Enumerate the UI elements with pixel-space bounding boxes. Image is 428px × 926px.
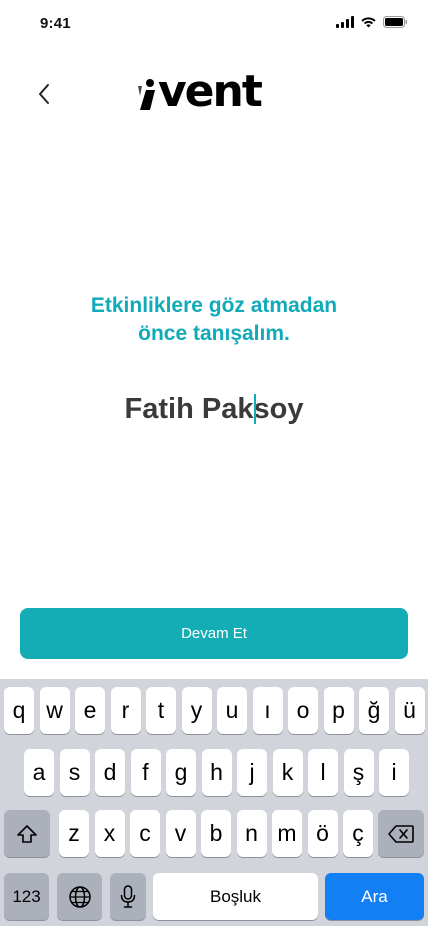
continue-button[interactable]: Devam Et <box>20 608 408 659</box>
key-c[interactable]: c <box>130 810 160 857</box>
key-ü[interactable]: ü <box>394 687 425 734</box>
battery-icon <box>383 16 408 28</box>
logo-mark-icon <box>138 79 155 110</box>
globe-key[interactable] <box>57 873 102 920</box>
back-button[interactable] <box>28 78 60 110</box>
key-l[interactable]: l <box>308 749 338 796</box>
key-b[interactable]: b <box>201 810 231 857</box>
key-o[interactable]: o <box>288 687 318 734</box>
key-x[interactable]: x <box>94 810 125 857</box>
numbers-key[interactable]: 123 <box>4 873 49 920</box>
backspace-key[interactable] <box>378 810 424 857</box>
key-ı[interactable]: ı <box>252 687 283 734</box>
backspace-icon <box>388 824 414 843</box>
prompt-line-1: Etkinliklere göz atmadan <box>90 294 338 317</box>
microphone-icon <box>120 884 136 908</box>
key-p[interactable]: p <box>323 687 354 734</box>
name-input[interactable] <box>40 386 388 432</box>
key-w[interactable]: w <box>39 687 70 734</box>
keyboard: qwertyuıopğü asdfghjklşi zxcvbnmöç 123 B… <box>0 679 428 926</box>
key-z[interactable]: z <box>59 810 89 857</box>
key-a[interactable]: a <box>24 749 54 796</box>
cellular-signal-icon <box>336 16 354 28</box>
key-ö[interactable]: ö <box>307 810 338 857</box>
shift-key[interactable] <box>4 810 50 857</box>
microphone-key[interactable] <box>110 873 146 920</box>
key-s[interactable]: s <box>59 749 90 796</box>
intro-prompt: Etkinliklere göz atmadan önce tanışalım. <box>0 292 428 348</box>
key-q[interactable]: q <box>4 687 34 734</box>
prompt-line-2: önce tanışalım. <box>138 322 290 345</box>
key-i[interactable]: i <box>379 749 409 796</box>
ivent-logo: vent <box>138 64 263 120</box>
header: vent <box>0 60 428 120</box>
key-k[interactable]: k <box>272 749 303 796</box>
shift-icon <box>17 824 37 843</box>
status-icons <box>336 16 408 28</box>
wifi-icon <box>360 16 377 28</box>
key-n[interactable]: n <box>236 810 267 857</box>
key-y[interactable]: y <box>181 687 212 734</box>
globe-icon <box>68 885 91 908</box>
key-d[interactable]: d <box>95 749 125 796</box>
chevron-left-icon <box>39 84 49 104</box>
key-f[interactable]: f <box>130 749 161 796</box>
key-r[interactable]: r <box>110 687 141 734</box>
key-v[interactable]: v <box>165 810 196 857</box>
key-ç[interactable]: ç <box>343 810 373 857</box>
key-ş[interactable]: ş <box>343 749 374 796</box>
text-caret <box>254 394 256 424</box>
key-ğ[interactable]: ğ <box>359 687 389 734</box>
search-key[interactable]: Ara <box>325 873 424 920</box>
space-key[interactable]: Boşluk <box>153 873 318 920</box>
status-bar: 9:41 <box>0 0 428 50</box>
key-t[interactable]: t <box>146 687 176 734</box>
key-e[interactable]: e <box>75 687 105 734</box>
key-j[interactable]: j <box>237 749 267 796</box>
status-time: 9:41 <box>40 15 71 32</box>
key-m[interactable]: m <box>272 810 302 857</box>
logo-text: vent <box>158 66 263 117</box>
key-g[interactable]: g <box>166 749 196 796</box>
key-h[interactable]: h <box>201 749 232 796</box>
key-u[interactable]: u <box>217 687 247 734</box>
